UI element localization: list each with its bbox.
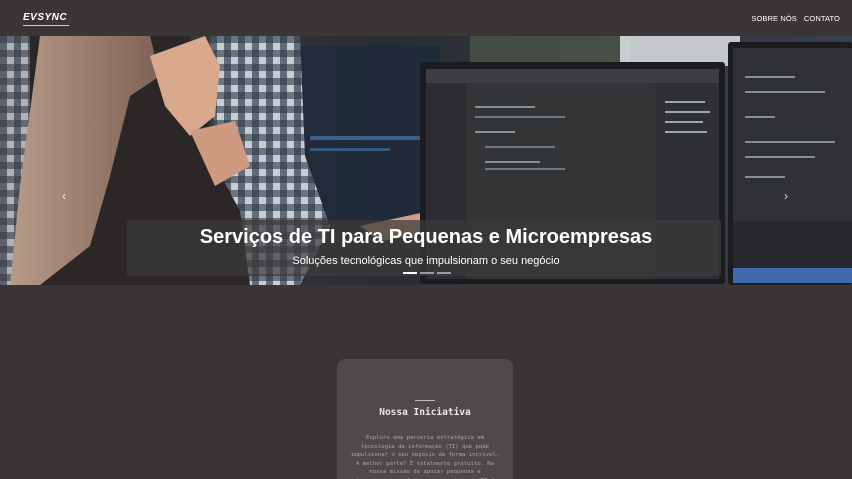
nav-links: SOBRE NÓS CONTATO bbox=[751, 14, 840, 23]
logo-underline bbox=[23, 25, 69, 26]
hero-title: Serviços de TI para Pequenas e Microempr… bbox=[199, 226, 653, 248]
initiative-title: Nossa Iniciativa bbox=[379, 407, 471, 418]
chevron-left-icon[interactable]: ‹ bbox=[62, 189, 66, 203]
page: EVSYNC SOBRE NÓS CONTATO ‹ › Serviços de… bbox=[0, 0, 852, 479]
carousel-indicator-3[interactable] bbox=[437, 272, 451, 274]
nav-link-contato[interactable]: CONTATO bbox=[804, 14, 840, 23]
nav-link-sobre-nos[interactable]: SOBRE NÓS bbox=[751, 14, 797, 23]
initiative-text: Explore uma parceria estratégica em tecn… bbox=[350, 435, 500, 479]
chevron-right-icon[interactable]: › bbox=[784, 189, 788, 203]
logo[interactable]: EVSYNC bbox=[23, 12, 69, 26]
hero-subtitle: Soluções tecnológicas que impulsionam o … bbox=[292, 255, 560, 267]
carousel-next-button[interactable]: › bbox=[776, 186, 796, 206]
carousel-indicator-2[interactable] bbox=[420, 272, 434, 274]
carousel-indicator-1[interactable] bbox=[403, 272, 417, 274]
carousel-prev-button[interactable]: ‹ bbox=[54, 186, 74, 206]
initiative-card: Nossa Iniciativa Explore uma parceria es… bbox=[337, 359, 513, 479]
card-divider bbox=[415, 400, 435, 401]
carousel-indicators bbox=[403, 272, 451, 274]
navbar: EVSYNC SOBRE NÓS CONTATO bbox=[0, 0, 852, 36]
logo-text[interactable]: EVSYNC bbox=[23, 12, 67, 23]
